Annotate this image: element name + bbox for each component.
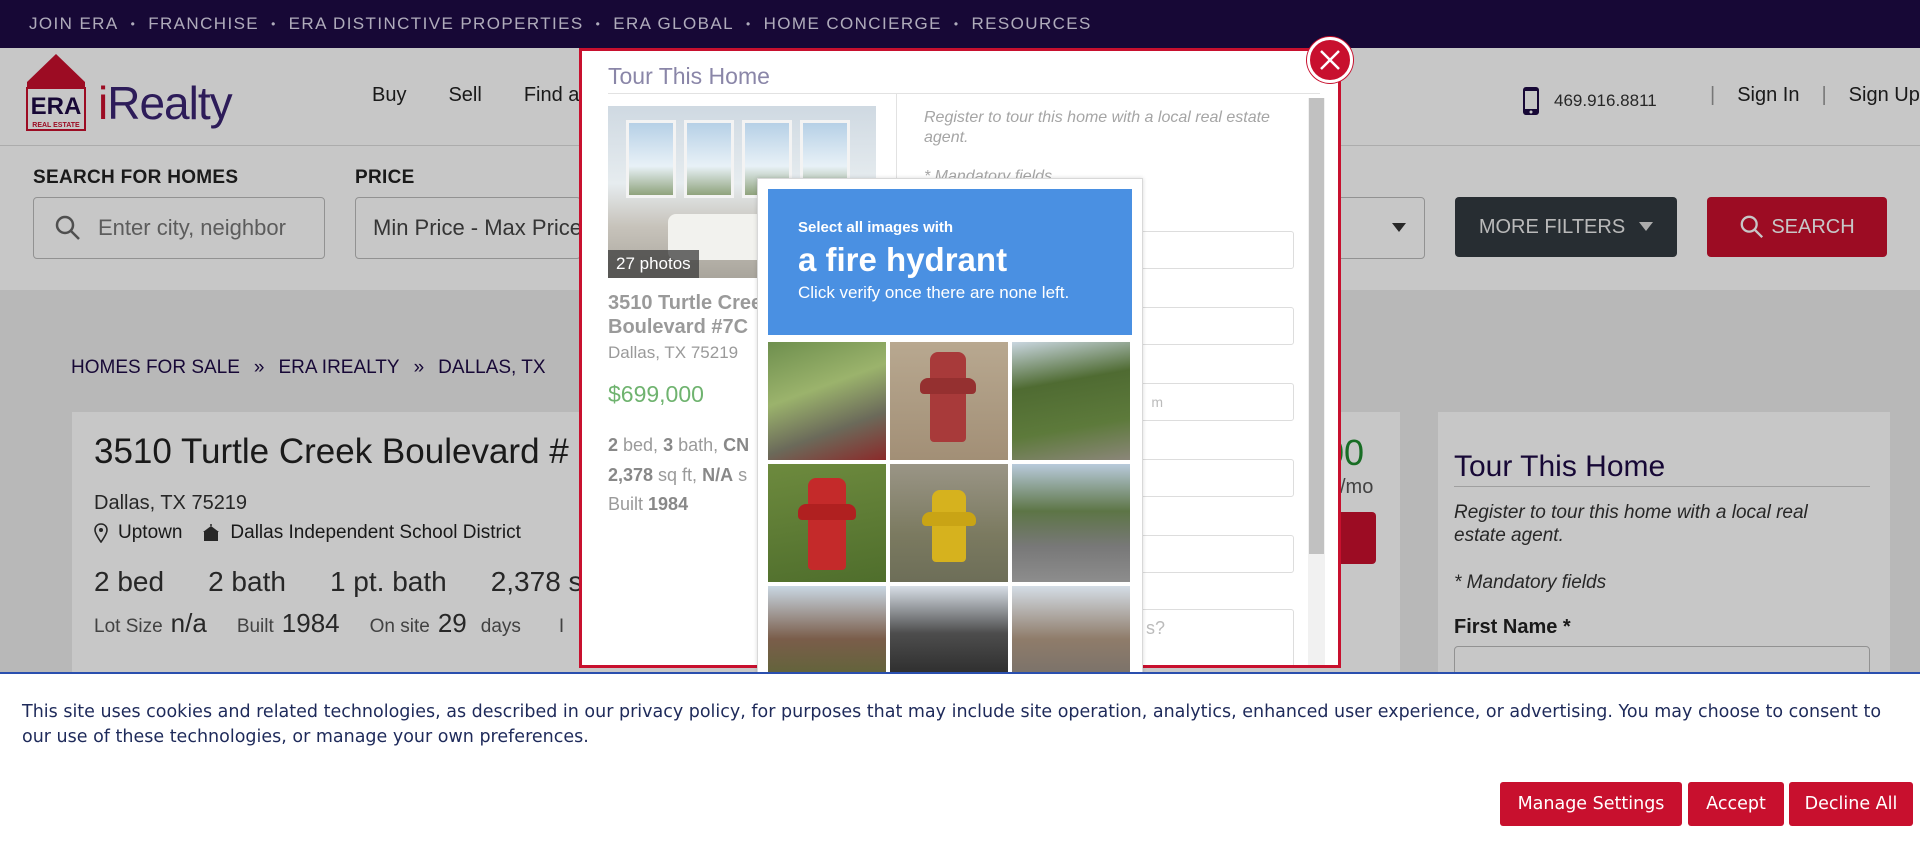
modal-built: 1984	[648, 494, 689, 515]
captcha-header: Select all images with a fire hydrant Cl…	[768, 189, 1132, 335]
modal-type: CN	[723, 435, 750, 455]
modal-rule	[608, 93, 1320, 94]
modal-baths: 3	[663, 435, 674, 455]
captcha-tile-5[interactable]	[890, 464, 1008, 582]
captcha-tile-6[interactable]	[1012, 464, 1130, 582]
modal-city: Dallas, TX 75219	[608, 343, 739, 362]
modal-title: Tour This Home	[608, 63, 770, 89]
modal-beds-unit: bed,	[618, 435, 664, 455]
manage-settings-button[interactable]: Manage Settings	[1500, 782, 1682, 826]
accept-button[interactable]: Accept	[1688, 782, 1784, 826]
modal-specs-line2: 2,378 sq ft, N/A s	[608, 461, 749, 491]
modal-lot-unit: s	[733, 464, 748, 485]
modal-price: $699,000	[608, 381, 704, 407]
hydrant-shape	[932, 490, 966, 562]
cookie-banner: This site uses cookies and related techn…	[0, 672, 1920, 846]
hydrant-shape	[798, 504, 856, 520]
hydrant-shape	[930, 352, 966, 442]
captcha-tile-4[interactable]	[768, 464, 886, 582]
message-hint: s?	[1145, 618, 1165, 638]
photo-window	[626, 120, 676, 198]
modal-scrollbar-thumb[interactable]	[1309, 98, 1324, 554]
modal-lot: N/A	[702, 464, 734, 485]
modal-specs-line3: Built 1984	[608, 490, 749, 520]
captcha-challenge: Select all images with a fire hydrant Cl…	[757, 178, 1143, 704]
photo-window	[684, 120, 734, 198]
close-icon	[1320, 50, 1340, 70]
captcha-tile-3[interactable]	[1012, 342, 1130, 460]
modal-address: 3510 Turtle Cree Boulevard #7C	[608, 292, 763, 338]
captcha-hint: Click verify once there are none left.	[798, 283, 1070, 302]
decline-button[interactable]: Decline All	[1789, 782, 1913, 826]
modal-sqft-unit: sq ft,	[653, 464, 703, 485]
captcha-tile-1[interactable]	[768, 342, 886, 460]
modal-specs-line1: 2 bed, 3 bath, CN	[608, 431, 749, 461]
modal-specs: 2 bed, 3 bath, CN 2,378 sq ft, N/A s Bui…	[608, 431, 749, 520]
captcha-instruction: Select all images with	[798, 219, 954, 236]
email-hint: m	[1151, 394, 1163, 410]
cookie-text: This site uses cookies and related techn…	[22, 702, 1882, 747]
hydrant-shape	[920, 378, 976, 394]
captcha-tile-2[interactable]	[890, 342, 1008, 460]
modal-beds: 2	[608, 435, 619, 455]
modal-register-text: Register to tour this home with a local …	[924, 109, 1270, 146]
hydrant-shape	[808, 478, 846, 570]
hydrant-shape	[922, 512, 976, 526]
modal-built-label: Built	[608, 494, 649, 515]
modal-sqft: 2,378	[608, 464, 654, 485]
modal-baths-unit: bath,	[673, 435, 724, 455]
modal-close-button[interactable]	[1307, 37, 1353, 83]
modal-scrollbar[interactable]	[1308, 98, 1325, 665]
photos-count-badge: 27 photos	[608, 250, 699, 278]
captcha-target: a fire hydrant	[798, 241, 1008, 278]
